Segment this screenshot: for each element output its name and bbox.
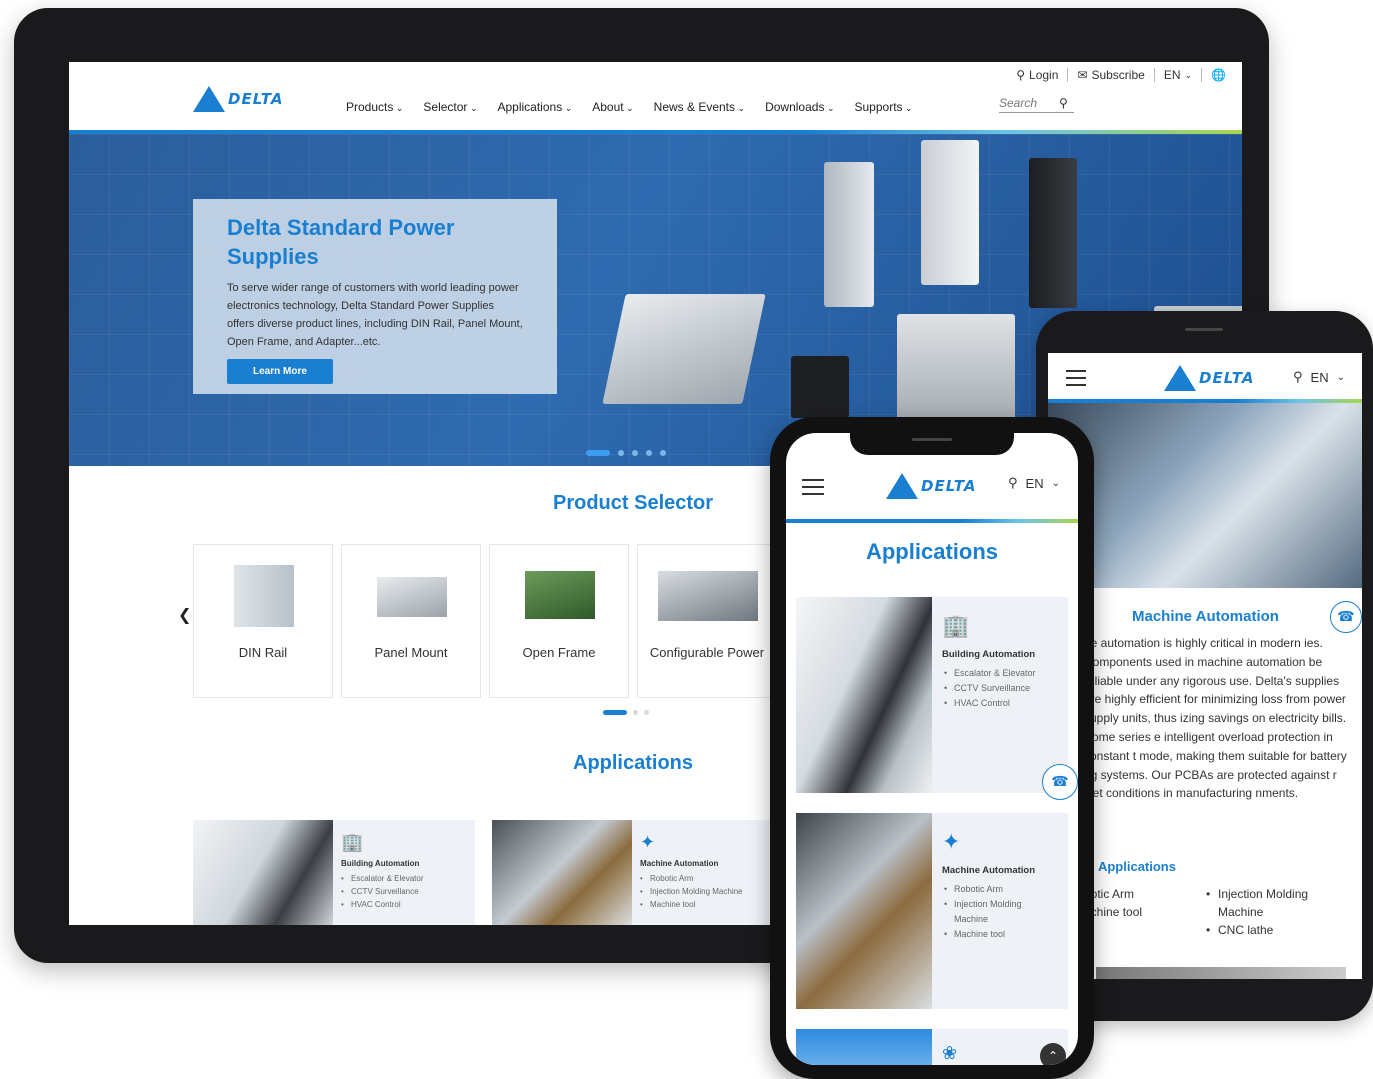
nav-applications[interactable]: Applications bbox=[497, 100, 572, 114]
scroll-top-icon[interactable]: ⌃ bbox=[1040, 1043, 1066, 1065]
chevron-down-icon[interactable]: ⌄ bbox=[1052, 478, 1060, 489]
applications-title: Applications bbox=[865, 539, 998, 564]
wind-turbine-image bbox=[796, 1029, 932, 1065]
product-card-din-rail[interactable]: DIN Rail bbox=[193, 544, 333, 698]
carousel-dot[interactable] bbox=[646, 450, 652, 456]
application-card-building[interactable]: 🏢 Building Automation Escalator & Elevat… bbox=[193, 820, 475, 925]
language-select[interactable]: EN bbox=[1311, 370, 1329, 385]
robot-arm-icon: ✦ bbox=[640, 832, 656, 852]
carousel-dot[interactable] bbox=[660, 450, 666, 456]
product-image bbox=[525, 571, 595, 619]
phone-header: DELTA ⚲ EN ⌄ bbox=[786, 463, 1078, 519]
nav-news-events[interactable]: News & Events bbox=[654, 100, 745, 114]
language-select[interactable]: EN bbox=[1026, 476, 1044, 491]
hero-title: Delta Standard Power Supplies bbox=[227, 215, 455, 269]
carousel-dot[interactable] bbox=[633, 710, 638, 715]
contact-icon[interactable]: ☎ bbox=[1042, 764, 1078, 800]
nav-downloads[interactable]: Downloads bbox=[765, 100, 834, 114]
delta-logo[interactable]: DELTA bbox=[193, 86, 283, 112]
delta-triangle-icon bbox=[193, 86, 225, 112]
escalator-image bbox=[193, 820, 333, 925]
nav-supports[interactable]: Supports bbox=[855, 100, 913, 114]
search-icon[interactable]: ⚲ bbox=[1293, 369, 1303, 385]
application-card-machine[interactable]: ✦ Machine Automation Robotic Arm Injecti… bbox=[796, 813, 1068, 1009]
carousel-dot[interactable] bbox=[618, 450, 624, 456]
tablet-page: DELTA ⚲ EN ⌄ Machine Automation ☎ ne aut… bbox=[1048, 353, 1362, 979]
hamburger-icon[interactable] bbox=[1066, 370, 1086, 391]
nav-products[interactable]: Products bbox=[346, 100, 403, 114]
robot-arm-icon: ✦ bbox=[941, 829, 961, 854]
applications-list: 🏢 Building Automation Escalator & Elevat… bbox=[193, 820, 774, 925]
carousel-dot[interactable] bbox=[586, 450, 610, 456]
subscribe-link[interactable]: ✉ Subscribe bbox=[1077, 68, 1144, 82]
delta-logo[interactable]: DELTA bbox=[886, 473, 976, 499]
nav-about[interactable]: About bbox=[592, 100, 633, 114]
desktop-header: ⚲Login ✉Subscribe EN⌄ 🌐 DELTA Products S… bbox=[69, 62, 1242, 130]
search-icon[interactable]: ⚲ bbox=[1008, 475, 1018, 491]
building-icon: 🏢 bbox=[341, 832, 364, 852]
selector-carousel-dots bbox=[603, 710, 649, 715]
globe-icon[interactable]: 🌐 bbox=[1211, 68, 1226, 82]
applications-list-right: • Injection Molding Machine • CNC lathe bbox=[1206, 887, 1309, 937]
utility-bar: ⚲ Login ✉ Subscribe EN ⌄ 🌐 bbox=[1016, 66, 1226, 84]
robot-image bbox=[796, 813, 932, 1009]
delta-logo[interactable]: DELTA bbox=[1164, 365, 1254, 391]
psu-image bbox=[921, 140, 979, 285]
nav-selector[interactable]: Selector bbox=[423, 100, 477, 114]
robot-image bbox=[492, 820, 632, 925]
main-nav: Products Selector Applications About New… bbox=[346, 100, 913, 114]
plant-icon: ❀ bbox=[942, 1043, 958, 1063]
device-mockup-scene: ⚲Login ✉Subscribe EN⌄ 🌐 DELTA Products S… bbox=[0, 0, 1373, 1079]
delta-triangle-icon bbox=[1164, 365, 1196, 391]
search-icon[interactable]: ⚲ bbox=[1059, 96, 1068, 110]
carousel-dot[interactable] bbox=[632, 450, 638, 456]
hamburger-icon[interactable] bbox=[802, 479, 824, 500]
next-image-strip bbox=[1096, 967, 1346, 979]
psu-image bbox=[791, 356, 849, 418]
psu-image bbox=[602, 294, 766, 404]
application-card-machine[interactable]: ✦ Machine Automation Robotic Arm Injecti… bbox=[492, 820, 774, 925]
section-title: Machine Automation bbox=[1132, 608, 1279, 625]
user-icon: ⚲ bbox=[1016, 68, 1026, 82]
chevron-left-icon[interactable]: ❮ bbox=[178, 605, 191, 625]
product-selector-cards: DIN Rail Panel Mount Open Frame Configur… bbox=[193, 544, 777, 698]
contact-icon[interactable]: ☎ bbox=[1330, 601, 1362, 633]
product-image bbox=[234, 565, 294, 627]
delta-triangle-icon bbox=[886, 473, 918, 499]
application-card-building[interactable]: 🏢 Building Automation Escalator & Elevat… bbox=[796, 597, 1068, 793]
learn-more-button[interactable]: Learn More bbox=[227, 359, 333, 384]
carousel-dot[interactable] bbox=[603, 710, 627, 715]
psu-image bbox=[1029, 158, 1077, 308]
product-card-configurable-power[interactable]: Configurable Power bbox=[637, 544, 777, 698]
applications-title: Applications bbox=[573, 752, 694, 774]
building-icon: 🏢 bbox=[942, 613, 970, 638]
machine-automation-image bbox=[1048, 403, 1362, 588]
product-image bbox=[658, 571, 758, 621]
typical-applications-title: al Applications bbox=[1084, 859, 1176, 874]
header-color-bar bbox=[786, 519, 1078, 523]
carousel-dot[interactable] bbox=[644, 710, 649, 715]
hero-carousel-dots bbox=[586, 450, 666, 456]
product-selector-title: Product Selector bbox=[553, 492, 714, 514]
phone-page: DELTA ⚲ EN ⌄ Applications 🏢 Building Aut… bbox=[786, 433, 1078, 1065]
product-image bbox=[377, 577, 447, 617]
section-body: ne automation is highly critical in mode… bbox=[1084, 636, 1347, 801]
psu-image bbox=[824, 162, 874, 307]
application-card-renewable[interactable]: ❀ bbox=[796, 1029, 1068, 1065]
chevron-down-icon[interactable]: ⌄ bbox=[1337, 372, 1345, 383]
language-select[interactable]: EN ⌄ bbox=[1164, 68, 1192, 82]
phone-frame: DELTA ⚲ EN ⌄ Applications 🏢 Building Aut… bbox=[770, 417, 1094, 1079]
tablet-header: DELTA ⚲ EN ⌄ bbox=[1048, 353, 1362, 399]
product-card-panel-mount[interactable]: Panel Mount bbox=[341, 544, 481, 698]
chevron-down-icon: ⌄ bbox=[1184, 69, 1193, 80]
hero-card: Delta Standard Power Supplies To serve w… bbox=[193, 199, 557, 394]
login-link[interactable]: ⚲ Login bbox=[1016, 68, 1058, 82]
product-card-open-frame[interactable]: Open Frame bbox=[489, 544, 629, 698]
escalator-image bbox=[796, 597, 932, 793]
mail-icon: ✉ bbox=[1077, 68, 1088, 82]
hero-description: To serve wider range of customers with w… bbox=[227, 282, 523, 348]
